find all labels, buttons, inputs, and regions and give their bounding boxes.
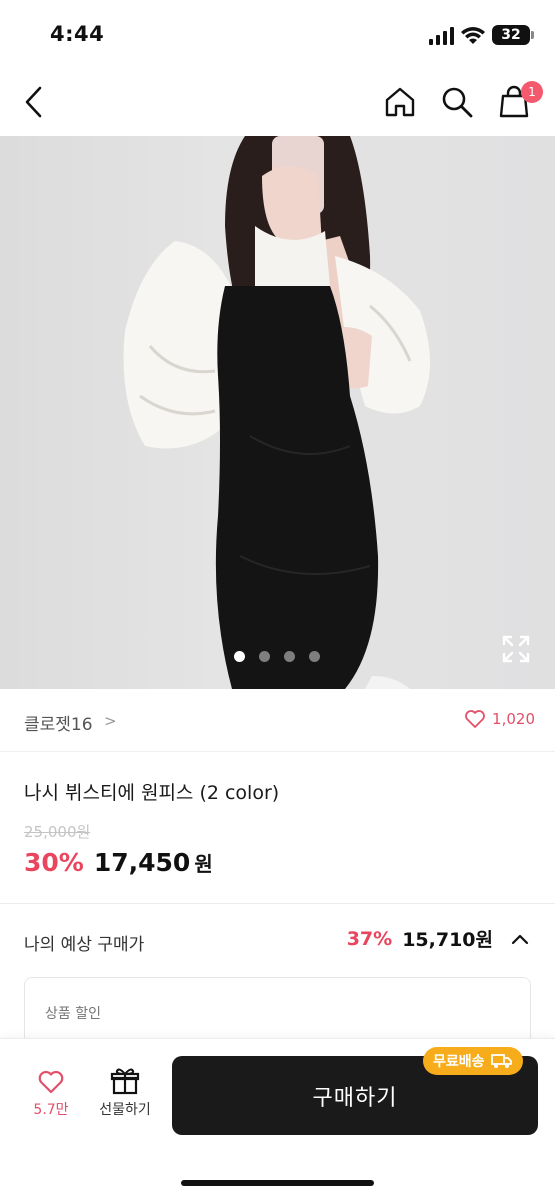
search-button[interactable] (437, 82, 477, 122)
gift-icon (110, 1068, 140, 1095)
product-discount-label: 상품 할인 (45, 1006, 101, 1022)
gift-button[interactable]: 선물하기 (92, 1067, 158, 1119)
like-count: 5.7만 (33, 1102, 69, 1118)
search-icon (442, 87, 473, 118)
gift-label: 선물하기 (99, 1102, 151, 1118)
wifi-icon (461, 27, 485, 44)
battery-tip (531, 31, 534, 39)
product-title: 나시 뷔스티에 원피스 (2 color) (24, 782, 280, 804)
chevron-left-icon (25, 86, 42, 118)
cart-count-badge: 1 (521, 81, 543, 103)
signal-icon (429, 27, 454, 45)
heart-outline-icon (38, 1070, 64, 1094)
currency-unit: 원 (194, 852, 213, 876)
section-divider (0, 903, 555, 904)
sale-price: 17,450 (93, 848, 191, 877)
gallery-pagination (0, 651, 555, 665)
expand-icon[interactable] (500, 633, 532, 665)
home-icon (385, 87, 415, 117)
pagination-dot[interactable] (309, 651, 320, 662)
free-shipping-label: 무료배송 (433, 1054, 485, 1070)
brand-name-link[interactable]: 클로젯16 (24, 710, 93, 735)
back-button[interactable] (14, 82, 54, 122)
brand-row: 클로젯16 > 1,020 (0, 690, 555, 752)
brand-like-count: 1,020 (492, 710, 535, 728)
home-indicator (181, 1180, 374, 1186)
like-button[interactable]: 5.7만 (24, 1069, 78, 1119)
heart-outline-icon (465, 710, 485, 728)
chevron-right-icon: > (104, 712, 117, 730)
top-navigation (0, 70, 555, 136)
brand-like-button[interactable]: 1,020 (464, 709, 535, 729)
product-photo (123, 136, 430, 689)
expected-price-toggle[interactable]: 37% 15,710원 (347, 925, 531, 952)
truck-icon (490, 1054, 512, 1068)
status-bar: 4:44 32 (0, 0, 555, 70)
pagination-dot[interactable] (259, 651, 270, 662)
home-button[interactable] (380, 82, 420, 122)
expected-price: 15,710원 (402, 929, 493, 951)
discount-rate: 30% (24, 848, 84, 877)
pagination-dot[interactable] (234, 651, 245, 662)
status-time: 4:44 (50, 22, 105, 46)
pagination-dot[interactable] (284, 651, 295, 662)
battery-indicator: 32 (492, 25, 530, 45)
product-image-gallery[interactable] (0, 136, 555, 689)
original-price: 25,000원 (24, 823, 91, 841)
chevron-up-icon (511, 934, 529, 944)
free-shipping-badge: 무료배송 (423, 1047, 523, 1075)
expected-discount-rate: 37% (346, 927, 393, 950)
bottom-action-bar: 5.7만 선물하기 구매하기 무료배송 (0, 1038, 555, 1200)
price-row: 30% 17,450 원 (24, 848, 213, 877)
expected-price-label: 나의 예상 구매가 (24, 935, 145, 955)
